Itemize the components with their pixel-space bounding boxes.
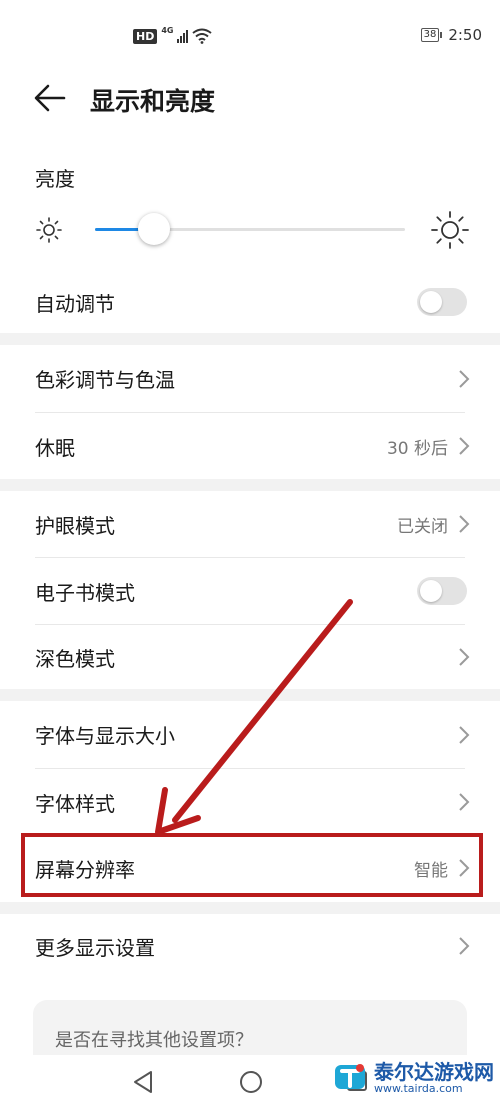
chevron-right-icon <box>459 648 470 666</box>
section-gap <box>0 902 500 914</box>
more-settings-row[interactable]: 更多显示设置 <box>0 914 500 978</box>
sleep-row[interactable]: 休眠 30 秒后 <box>0 413 500 479</box>
auto-adjust-label: 自动调节 <box>35 291 115 316</box>
status-right: 38 2:50 <box>420 26 482 44</box>
auto-adjust-row[interactable]: 自动调节 <box>0 272 500 332</box>
watermark: 泰尔达游戏网 www.tairda.com <box>332 1060 494 1096</box>
resolution-value: 智能 <box>414 860 448 881</box>
color-temp-row[interactable]: 色彩调节与色温 <box>0 345 500 412</box>
hd-badge: HD <box>133 28 158 44</box>
status-bar: HD 4G 38 2:50 <box>0 0 500 70</box>
eye-comfort-row[interactable]: 护眼模式 已关闭 <box>0 491 500 557</box>
font-size-label: 字体与显示大小 <box>35 724 175 748</box>
status-left: HD 4G <box>133 25 213 44</box>
resolution-row[interactable]: 屏幕分辨率 智能 <box>0 836 500 900</box>
font-style-label: 字体样式 <box>35 791 115 816</box>
back-arrow-icon[interactable] <box>30 80 70 116</box>
chevron-right-icon <box>459 859 470 877</box>
sun-small-icon <box>36 217 62 243</box>
font-size-row[interactable]: 字体与显示大小 <box>0 701 500 768</box>
chevron-right-icon <box>459 369 470 388</box>
auto-adjust-toggle[interactable] <box>417 288 467 316</box>
battery-level: 38 <box>420 28 440 42</box>
brightness-label: 亮度 <box>35 167 75 191</box>
back-triangle-icon[interactable] <box>131 1069 155 1095</box>
ebook-mode-label: 电子书模式 <box>35 580 135 605</box>
dark-mode-label: 深色模式 <box>35 646 115 671</box>
slider-track[interactable] <box>95 213 405 245</box>
watermark-url: www.tairda.com <box>374 1081 463 1095</box>
sleep-label: 休眠 <box>35 435 75 460</box>
font-style-row[interactable]: 字体样式 <box>0 769 500 835</box>
section-gap <box>0 333 500 345</box>
battery-icon: 38 <box>420 28 443 42</box>
chevron-right-icon <box>459 937 470 955</box>
section-gap <box>0 689 500 701</box>
chevron-right-icon <box>459 793 470 811</box>
watermark-logo <box>335 1064 365 1089</box>
page-title: 显示和亮度 <box>90 87 216 116</box>
section-gap <box>0 479 500 491</box>
watermark-text: 泰尔达游戏网 <box>374 1059 494 1084</box>
more-settings-label: 更多显示设置 <box>35 935 155 960</box>
home-circle-icon[interactable] <box>238 1069 264 1095</box>
dark-mode-row[interactable]: 深色模式 <box>0 625 500 689</box>
suggestion-text: 是否在寻找其他设置项？ <box>55 1030 253 1051</box>
chevron-right-icon <box>459 725 470 744</box>
eye-comfort-value: 已关闭 <box>397 516 448 537</box>
brightness-slider[interactable] <box>30 205 470 255</box>
ebook-mode-row[interactable]: 电子书模式 <box>0 558 500 624</box>
wifi-icon <box>192 28 213 44</box>
eye-comfort-label: 护眼模式 <box>35 513 115 538</box>
signal-icon <box>177 29 189 43</box>
slider-thumb[interactable] <box>137 213 170 245</box>
ebook-mode-toggle[interactable] <box>417 577 467 605</box>
title-bar: 显示和亮度 <box>0 70 500 126</box>
network-type: 4G <box>161 25 174 35</box>
chevron-right-icon <box>459 437 470 455</box>
sleep-value: 30 秒后 <box>386 438 448 459</box>
sun-large-icon <box>431 211 469 249</box>
chevron-right-icon <box>459 515 470 533</box>
color-temp-label: 色彩调节与色温 <box>35 368 175 392</box>
resolution-label: 屏幕分辨率 <box>35 857 135 882</box>
clock: 2:50 <box>448 26 482 44</box>
